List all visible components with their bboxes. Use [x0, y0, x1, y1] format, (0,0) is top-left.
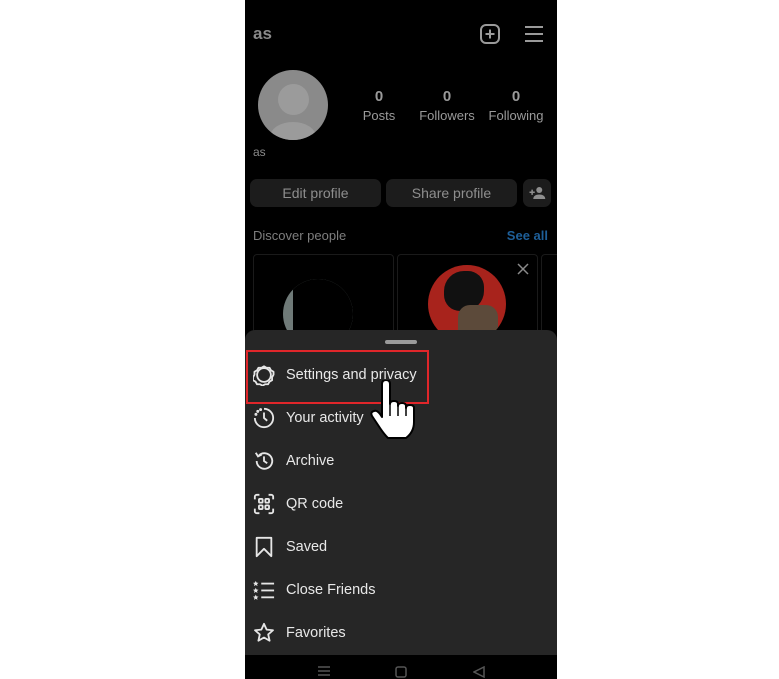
- top-bar: as: [245, 14, 557, 54]
- profile-username[interactable]: as: [253, 24, 272, 44]
- bottom-sheet-menu: Settings and privacy Your activity Archi…: [245, 330, 557, 655]
- sheet-drag-handle[interactable]: [385, 340, 417, 344]
- activity-icon: [253, 407, 275, 429]
- archive-icon: [253, 450, 275, 472]
- discover-people-title: Discover people: [253, 228, 347, 243]
- system-nav-bar: [245, 655, 557, 679]
- display-name: as: [253, 145, 266, 159]
- see-all-link[interactable]: See all: [507, 228, 548, 243]
- recent-apps-icon[interactable]: [318, 666, 330, 676]
- stat-following[interactable]: 0 Following: [481, 88, 551, 123]
- hand-cursor-icon: [370, 380, 415, 439]
- menu-item-qr-code[interactable]: QR code: [245, 483, 557, 526]
- avatar[interactable]: [258, 70, 328, 140]
- menu-item-favorites[interactable]: Favorites: [245, 612, 557, 655]
- menu-item-close-friends[interactable]: Close Friends: [245, 569, 557, 612]
- bookmark-icon: [253, 536, 275, 558]
- plus-square-icon[interactable]: [478, 22, 502, 46]
- home-icon[interactable]: [395, 666, 407, 678]
- hamburger-menu-icon[interactable]: [522, 22, 546, 46]
- add-person-icon: [529, 187, 546, 199]
- stat-followers[interactable]: 0 Followers: [412, 88, 482, 123]
- edit-profile-button[interactable]: Edit profile: [250, 179, 381, 207]
- menu-item-saved[interactable]: Saved: [245, 526, 557, 569]
- star-icon: [253, 622, 275, 644]
- close-friends-icon: [253, 579, 275, 601]
- close-icon[interactable]: [517, 263, 529, 275]
- share-profile-button[interactable]: Share profile: [386, 179, 517, 207]
- back-icon[interactable]: [473, 666, 485, 678]
- phone-screen: as 0 Posts 0 Followers 0 Following as Ed…: [245, 0, 557, 679]
- status-bar: [245, 0, 557, 6]
- add-person-button[interactable]: [523, 179, 551, 207]
- qr-code-icon: [253, 493, 275, 515]
- menu-item-archive[interactable]: Archive: [245, 440, 557, 483]
- stat-posts[interactable]: 0 Posts: [344, 88, 414, 123]
